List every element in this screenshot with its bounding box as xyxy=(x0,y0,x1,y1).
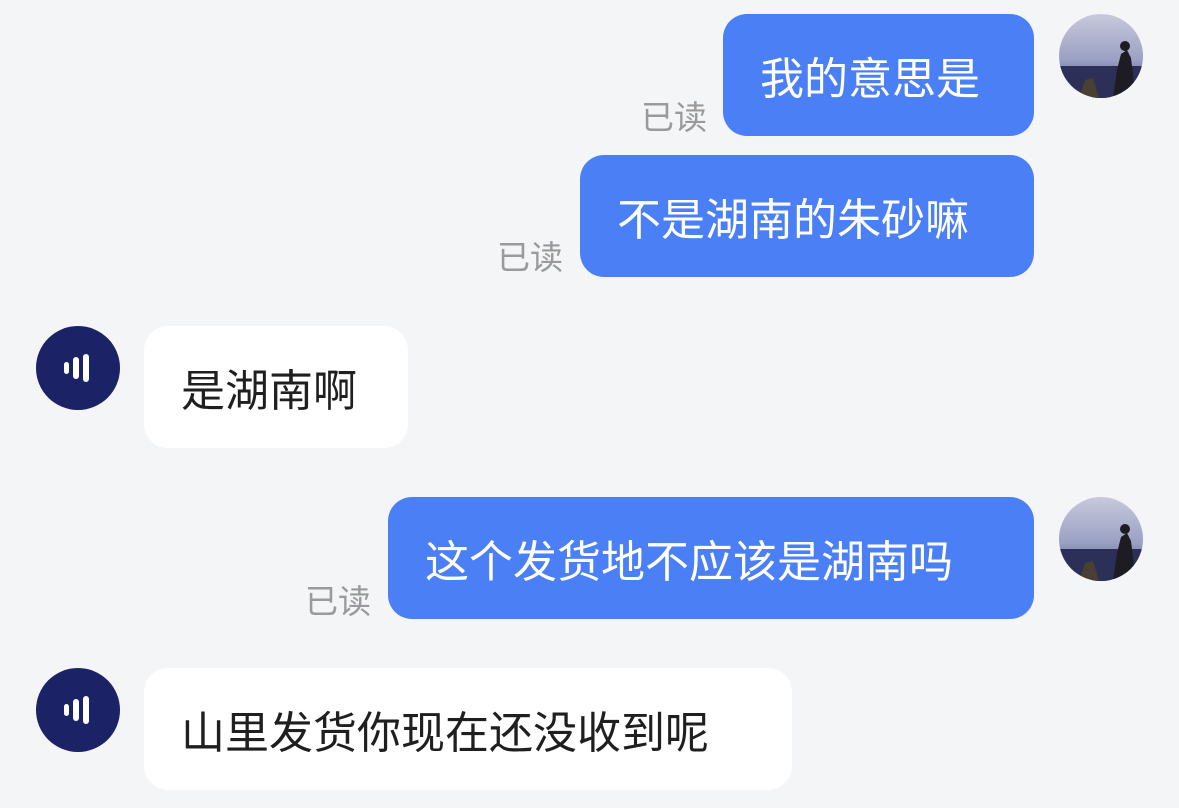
message-text: 我的意思是 xyxy=(760,54,980,105)
message-bubble-incoming[interactable]: 山里发货你现在还没收到呢 xyxy=(144,668,792,790)
user-avatar[interactable] xyxy=(1059,14,1143,98)
message-text: 这个发货地不应该是湖南吗 xyxy=(425,537,953,588)
read-status: 已读 xyxy=(641,98,707,137)
read-status: 已读 xyxy=(305,582,371,621)
read-status: 已读 xyxy=(497,238,563,277)
message-bubble-outgoing[interactable]: 我的意思是 xyxy=(723,14,1034,136)
shop-avatar[interactable] xyxy=(36,326,120,410)
sound-wave-logo-icon xyxy=(64,354,89,382)
sound-wave-logo-icon xyxy=(64,696,89,724)
message-text: 山里发货你现在还没收到呢 xyxy=(181,708,709,759)
message-bubble-outgoing[interactable]: 不是湖南的朱砂嘛 xyxy=(580,155,1034,277)
shop-avatar[interactable] xyxy=(36,668,120,752)
message-text: 是湖南啊 xyxy=(181,366,357,417)
user-avatar[interactable] xyxy=(1059,497,1143,581)
message-bubble-incoming[interactable]: 是湖南啊 xyxy=(144,326,408,448)
message-text: 不是湖南的朱砂嘛 xyxy=(617,195,969,246)
message-bubble-outgoing[interactable]: 这个发货地不应该是湖南吗 xyxy=(388,497,1034,619)
